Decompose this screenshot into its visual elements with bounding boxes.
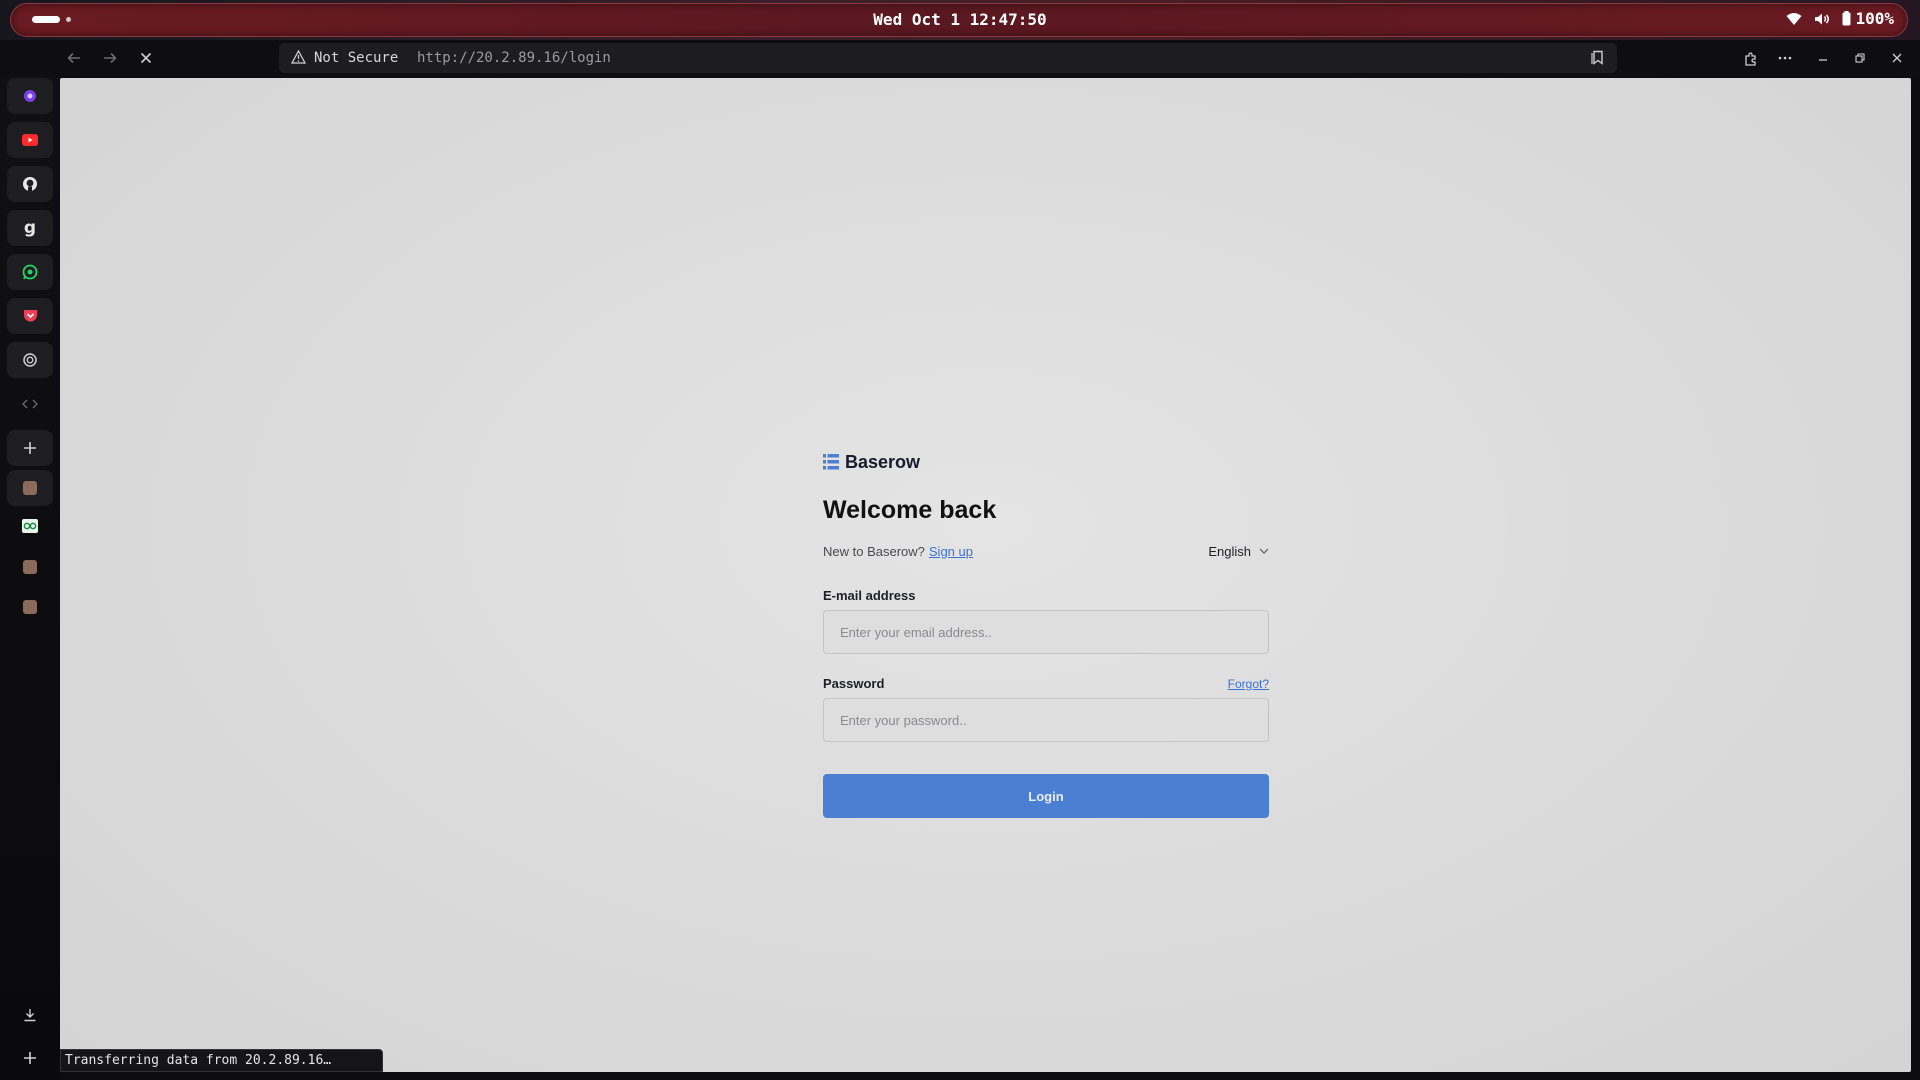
email-label: E-mail address (823, 588, 916, 603)
forgot-password-link[interactable]: Forgot? (1228, 677, 1269, 691)
password-field[interactable] (823, 698, 1269, 742)
login-button[interactable]: Login (823, 774, 1269, 818)
address-bar[interactable]: Not Secure http://20.2.89.16/login (279, 43, 1617, 73)
stop-loading-icon[interactable] (134, 46, 158, 70)
hackerrank-icon[interactable] (7, 511, 53, 541)
workspace-indicator-active[interactable] (32, 16, 60, 23)
github-icon[interactable] (7, 166, 53, 202)
forward-arrow-icon[interactable] (98, 46, 122, 70)
browser-toolbar: Not Secure http://20.2.89.16/login (0, 40, 1920, 76)
workspace-indicator[interactable] (66, 17, 71, 22)
tab-favicon[interactable] (7, 552, 53, 582)
code-icon[interactable] (7, 389, 53, 419)
tab-favicon[interactable] (7, 592, 53, 622)
system-tray: 100% (1786, 9, 1894, 28)
signup-row: New to Baserow? Sign up English (823, 542, 1269, 560)
security-label[interactable]: Not Secure (314, 50, 398, 66)
close-icon[interactable] (1885, 46, 1909, 70)
restore-icon[interactable] (1848, 46, 1872, 70)
url-text[interactable]: http://20.2.89.16/login (417, 50, 611, 66)
baserow-logo-icon (823, 454, 839, 470)
gmail-g-icon[interactable]: g (7, 210, 53, 246)
new-tab-icon[interactable] (7, 1043, 53, 1073)
language-value: English (1208, 543, 1251, 559)
signup-prompt: New to Baserow? Sign up (823, 544, 973, 559)
tab-favicon[interactable] (7, 470, 53, 506)
bookmark-icon[interactable] (1591, 50, 1605, 70)
login-form: Baserow Welcome back New to Baserow? Sign… (823, 451, 1269, 818)
password-label-row: Password Forgot? (823, 676, 1269, 691)
chevron-down-icon (1259, 548, 1269, 554)
language-select[interactable]: English (1208, 544, 1269, 559)
signup-prompt-text: New to Baserow? (823, 543, 925, 559)
battery-percent: 100% (1855, 9, 1894, 28)
status-bar-text: Transferring data from 20.2.89.16… (60, 1049, 383, 1072)
brand-logo[interactable]: Baserow (823, 451, 1269, 473)
password-label: Password (823, 676, 885, 691)
chatgpt-icon[interactable] (7, 342, 53, 378)
extensions-icon[interactable] (1738, 46, 1762, 70)
browser-sidebar: g (0, 76, 60, 1080)
battery-icon (1842, 11, 1851, 26)
youtube-icon[interactable] (7, 122, 53, 158)
more-icon[interactable] (1773, 46, 1797, 70)
back-arrow-icon[interactable] (62, 46, 86, 70)
tor-icon[interactable] (7, 78, 53, 114)
download-icon[interactable] (7, 1000, 53, 1030)
volume-icon[interactable] (1814, 12, 1830, 26)
page-title: Welcome back (823, 496, 997, 524)
add-icon[interactable] (7, 430, 53, 466)
system-top-bar: Wed Oct 1 12:47:50 100% (0, 0, 1920, 40)
pocket-icon[interactable] (7, 298, 53, 334)
page-viewport: Baserow Welcome back New to Baserow? Sign… (60, 78, 1911, 1072)
whatsapp-icon[interactable] (7, 254, 53, 290)
system-bar-pill (10, 3, 1908, 37)
email-label-row: E-mail address (823, 588, 1269, 603)
brand-name: Baserow (845, 451, 921, 472)
warning-triangle-icon[interactable] (290, 49, 307, 69)
minimize-icon[interactable] (1811, 46, 1835, 70)
wifi-icon[interactable] (1786, 12, 1802, 26)
email-field[interactable] (823, 610, 1269, 654)
signup-link[interactable]: Sign up (929, 544, 973, 559)
battery-indicator[interactable]: 100% (1842, 9, 1894, 28)
